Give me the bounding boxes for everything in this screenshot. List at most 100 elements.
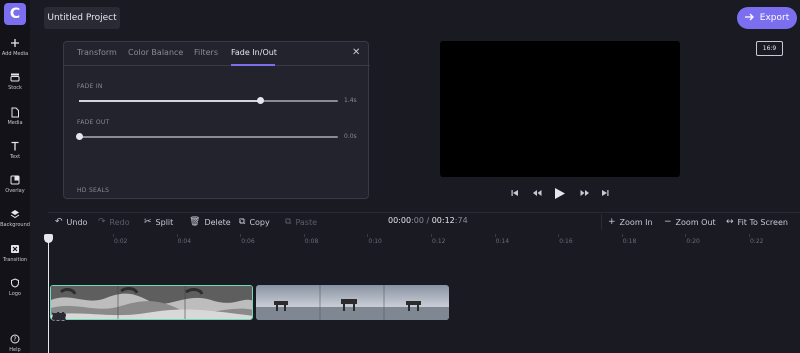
layers-icon [9,208,21,220]
sidebar-item-logo[interactable]: Logo [0,277,30,297]
copy-icon: ⧉ [239,217,246,227]
zoom-out-button[interactable]: − Zoom Out [664,217,716,227]
fade-out-slider[interactable] [76,133,338,140]
fast-forward-icon[interactable] [580,189,590,199]
current-time-frames: :00 [411,216,424,225]
playhead-handle[interactable] [44,234,53,243]
skip-forward-icon[interactable] [601,189,609,199]
sidebar-item-label: Background [0,222,30,228]
undo-button[interactable]: ↶ Undo [55,217,87,227]
zoom-in-button[interactable]: + Zoom In [608,217,653,227]
ruler-tick-label: 0:10 [368,238,382,245]
ruler-tick-mark [431,234,432,237]
ruler-tick-label: 0:12 [432,238,446,245]
copy-label: Copy [249,217,270,227]
copy-button[interactable]: ⧉ Copy [239,217,270,227]
timeline-ruler[interactable]: 0:02 0:04 0:06 0:08 0:10 0:12 0:14 0:16 0:18 0:20… [48,234,800,248]
zoom-in-label: Zoom In [619,217,653,227]
ruler-tick-mark [240,234,242,237]
redo-button[interactable]: ↷ Redo [98,217,130,227]
sidebar-item-text[interactable]: Text [0,140,30,160]
timecode-separator: / [423,216,432,225]
ruler-tick-label: 0:06 [241,238,255,245]
timecode: 00:00:00 / 00:12:74 [388,216,468,225]
svg-text:?: ? [13,336,16,343]
export-button[interactable]: Export [737,7,797,29]
redo-icon: ↷ [98,217,106,227]
active-tab-indicator [231,64,275,66]
sidebar-item-label: Media [7,120,23,126]
undo-label: Undo [66,217,88,227]
ruler-tick-mark [685,234,687,237]
sidebar-item-label: Add Media [1,51,29,57]
sidebar-item-background[interactable]: Background [0,208,30,228]
total-time: 00:12 [431,216,455,225]
ruler-tick-mark [176,234,178,237]
play-icon[interactable] [554,187,566,203]
fade-in-slider[interactable] [79,97,338,104]
tab-color-balance[interactable]: Color Balance [128,48,183,57]
ruler-tick-mark [494,234,496,237]
tab-transform[interactable]: Transform [77,48,117,57]
clip-menu-icon[interactable] [52,312,66,321]
properties-panel: Transform Color Balance Filters Fade In/… [63,41,370,199]
close-icon[interactable]: ✕ [352,47,360,58]
tab-fade-in-out[interactable]: Fade In/Out [231,48,277,57]
aspect-ratio-button[interactable]: 16:9 [756,41,783,56]
transition-icon [9,243,21,255]
project-title[interactable]: Untitled Project [44,7,120,29]
trash-icon: 🗑 [189,217,201,227]
tab-filters[interactable]: Filters [194,48,218,57]
video-clip-1[interactable] [50,285,253,320]
app-logo[interactable]: C [4,3,26,25]
total-time-frames: :74 [454,216,468,225]
current-time: 00:00 [388,216,412,225]
skip-back-icon[interactable] [511,189,519,199]
ruler-tick-mark [749,234,750,237]
fade-out-handle[interactable] [76,133,83,140]
video-clip-2[interactable] [256,285,449,320]
paste-button[interactable]: ⧉ Paste [285,217,317,227]
shield-icon [9,277,21,289]
fade-in-handle[interactable] [257,97,265,104]
paste-label: Paste [295,217,318,227]
clip-thumbnail [256,285,449,320]
minus-icon: − [664,217,672,227]
sidebar-item-add-media[interactable]: Add Media [0,37,30,57]
sidebar-item-label: Help [9,347,21,353]
sidebar-item-label: Text [9,154,21,160]
sidebar-item-label: Logo [9,291,21,297]
stock-icon [9,71,21,83]
redo-label: Redo [109,217,130,227]
ruler-tick-label: 0:22 [750,238,764,245]
ruler-tick-mark [621,234,623,237]
ruler-tick-mark [558,234,560,237]
split-button[interactable]: ✂ Split [144,217,173,227]
ruler-tick-label: 0:20 [686,238,700,245]
file-icon [9,106,21,118]
zoom-out-label: Zoom Out [675,217,716,227]
panel-footer-label: HD SEALS [77,187,110,194]
fade-in-label: FADE IN [77,83,103,90]
sidebar: C Add Media Stock Media Text Overlay Bac… [0,0,30,353]
delete-label: Delete [204,217,231,227]
ruler-tick-mark [367,234,369,237]
sidebar-item-stock[interactable]: Stock [0,71,30,91]
sidebar-item-transition[interactable]: Transition [0,243,30,263]
plus-icon [9,37,21,49]
sidebar-item-help[interactable]: ? Help [0,333,30,353]
rewind-icon[interactable] [532,189,542,199]
sidebar-item-overlay[interactable]: Overlay [0,174,30,194]
video-preview[interactable] [440,41,680,177]
delete-button[interactable]: 🗑 Delete [189,217,231,227]
scissors-icon: ✂ [144,217,152,227]
help-icon: ? [9,333,21,345]
export-label: Export [759,13,790,23]
ruler-tick-mark [303,234,305,237]
fade-in-value: 1.4s [344,97,357,104]
ruler-tick-label: 0:16 [559,238,573,245]
sidebar-item-media[interactable]: Media [0,106,30,126]
paste-icon: ⧉ [285,217,292,227]
fit-to-screen-button[interactable]: ↔ Fit To Screen [726,217,788,227]
sidebar-item-label: Overlay [5,188,25,194]
